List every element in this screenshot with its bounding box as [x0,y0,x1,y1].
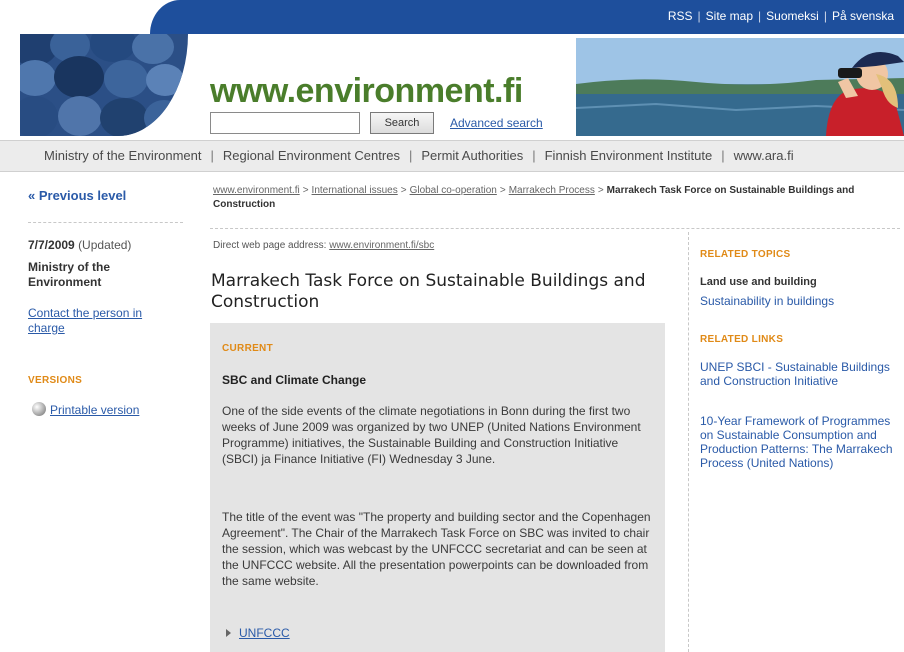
printable-version-link[interactable]: Printable version [50,403,139,417]
org-nav-regional-centres[interactable]: Regional Environment Centres [223,148,400,163]
org-nav-ara[interactable]: www.ara.fi [734,148,794,163]
unfccc-link[interactable]: UNFCCC [239,626,290,640]
separator: | [758,9,762,23]
previous-level-link[interactable]: « Previous level [28,188,126,203]
contact-person-link[interactable]: Contact the person in charge [28,306,178,336]
top-utility-bar: RSS | Site map | Suomeksi | På svenska [0,0,904,34]
top-bar-white-area [0,0,170,34]
stones-banner-image [20,34,188,136]
related-topics-heading: RELATED TOPICS [700,249,791,260]
org-nav-syke[interactable]: Finnish Environment Institute [545,148,713,163]
organization-nav: Ministry of the Environment | Regional Env… [0,140,904,172]
utility-links: RSS | Site map | Suomeksi | På svenska [668,9,894,23]
current-label: CURRENT [222,343,273,354]
breadcrumb-item[interactable]: Marrakech Process [509,185,595,196]
page-title: Marrakech Task Force on Sustainable Buil… [211,271,646,312]
breadcrumb-item[interactable]: International issues [312,185,398,196]
search-input[interactable] [210,112,360,134]
related-links-heading: RELATED LINKS [700,334,784,345]
advanced-search-link[interactable]: Advanced search [450,116,543,130]
direct-address-label: Direct web page address: [213,240,327,251]
direct-address-link[interactable]: www.environment.fi/sbc [329,240,434,251]
column-divider [688,232,689,652]
search-button[interactable]: Search [370,112,434,134]
related-link-row: 10-Year Framework of Programmes on Susta… [700,414,895,470]
printable-version-row: Printable version [32,402,139,417]
topic-link[interactable]: Sustainability in buildings [700,294,834,308]
breadcrumb-item[interactable]: Global co-operation [410,185,497,196]
breadcrumb-separator: > [400,185,407,196]
breadcrumb-separator: > [302,185,309,196]
divider [210,228,900,229]
org-nav-ministry[interactable]: Ministry of the Environment [44,148,202,163]
separator: | [408,148,413,163]
site-header: www.environment.fi Search Advanced searc… [0,34,904,138]
related-link-suffix: (United Nations) [746,456,834,470]
separator: | [532,148,536,163]
separator: | [210,148,214,163]
suomeksi-link[interactable]: Suomeksi [766,9,819,23]
current-heading: SBC and Climate Change [222,373,367,387]
organization-name: Ministry of the Environment [28,260,111,289]
breadcrumb: www.environment.fi > International issues >… [213,184,898,212]
header-photo-binoculars [576,38,904,136]
date-value: 7/7/2009 [28,238,75,252]
divider [28,222,183,223]
related-link-unep[interactable]: UNEP SBCI - Sustainable Buildings and Co… [700,360,890,388]
pa-svenska-link[interactable]: På svenska [832,9,894,23]
paragraph: One of the side events of the climate ne… [222,404,641,466]
topic-category: Land use and building [700,276,817,288]
link-list-item: UNFCCC [226,626,290,640]
separator: | [823,9,827,23]
rss-link[interactable]: RSS [668,9,693,23]
updated-date: 7/7/2009 (Updated) [28,238,131,252]
site-map-link[interactable]: Site map [706,9,753,23]
separator: | [697,9,701,23]
separator: | [721,148,725,163]
org-nav-permit-authorities[interactable]: Permit Authorities [421,148,523,163]
photo-illustration [576,38,904,136]
paragraph: The title of the event was "The property… [222,510,651,588]
breadcrumb-item[interactable]: www.environment.fi [213,185,300,196]
globe-icon [32,402,46,416]
direct-address: Direct web page address: www.environment… [213,240,434,251]
updated-label: (Updated) [78,238,132,252]
breadcrumb-separator: > [597,185,604,196]
versions-heading: VERSIONS [28,375,83,386]
current-news-box: CURRENT SBC and Climate Change One of th… [210,323,665,652]
site-title[interactable]: www.environment.fi [210,72,523,111]
breadcrumb-separator: > [499,185,506,196]
bullet-arrow-icon [226,629,231,637]
